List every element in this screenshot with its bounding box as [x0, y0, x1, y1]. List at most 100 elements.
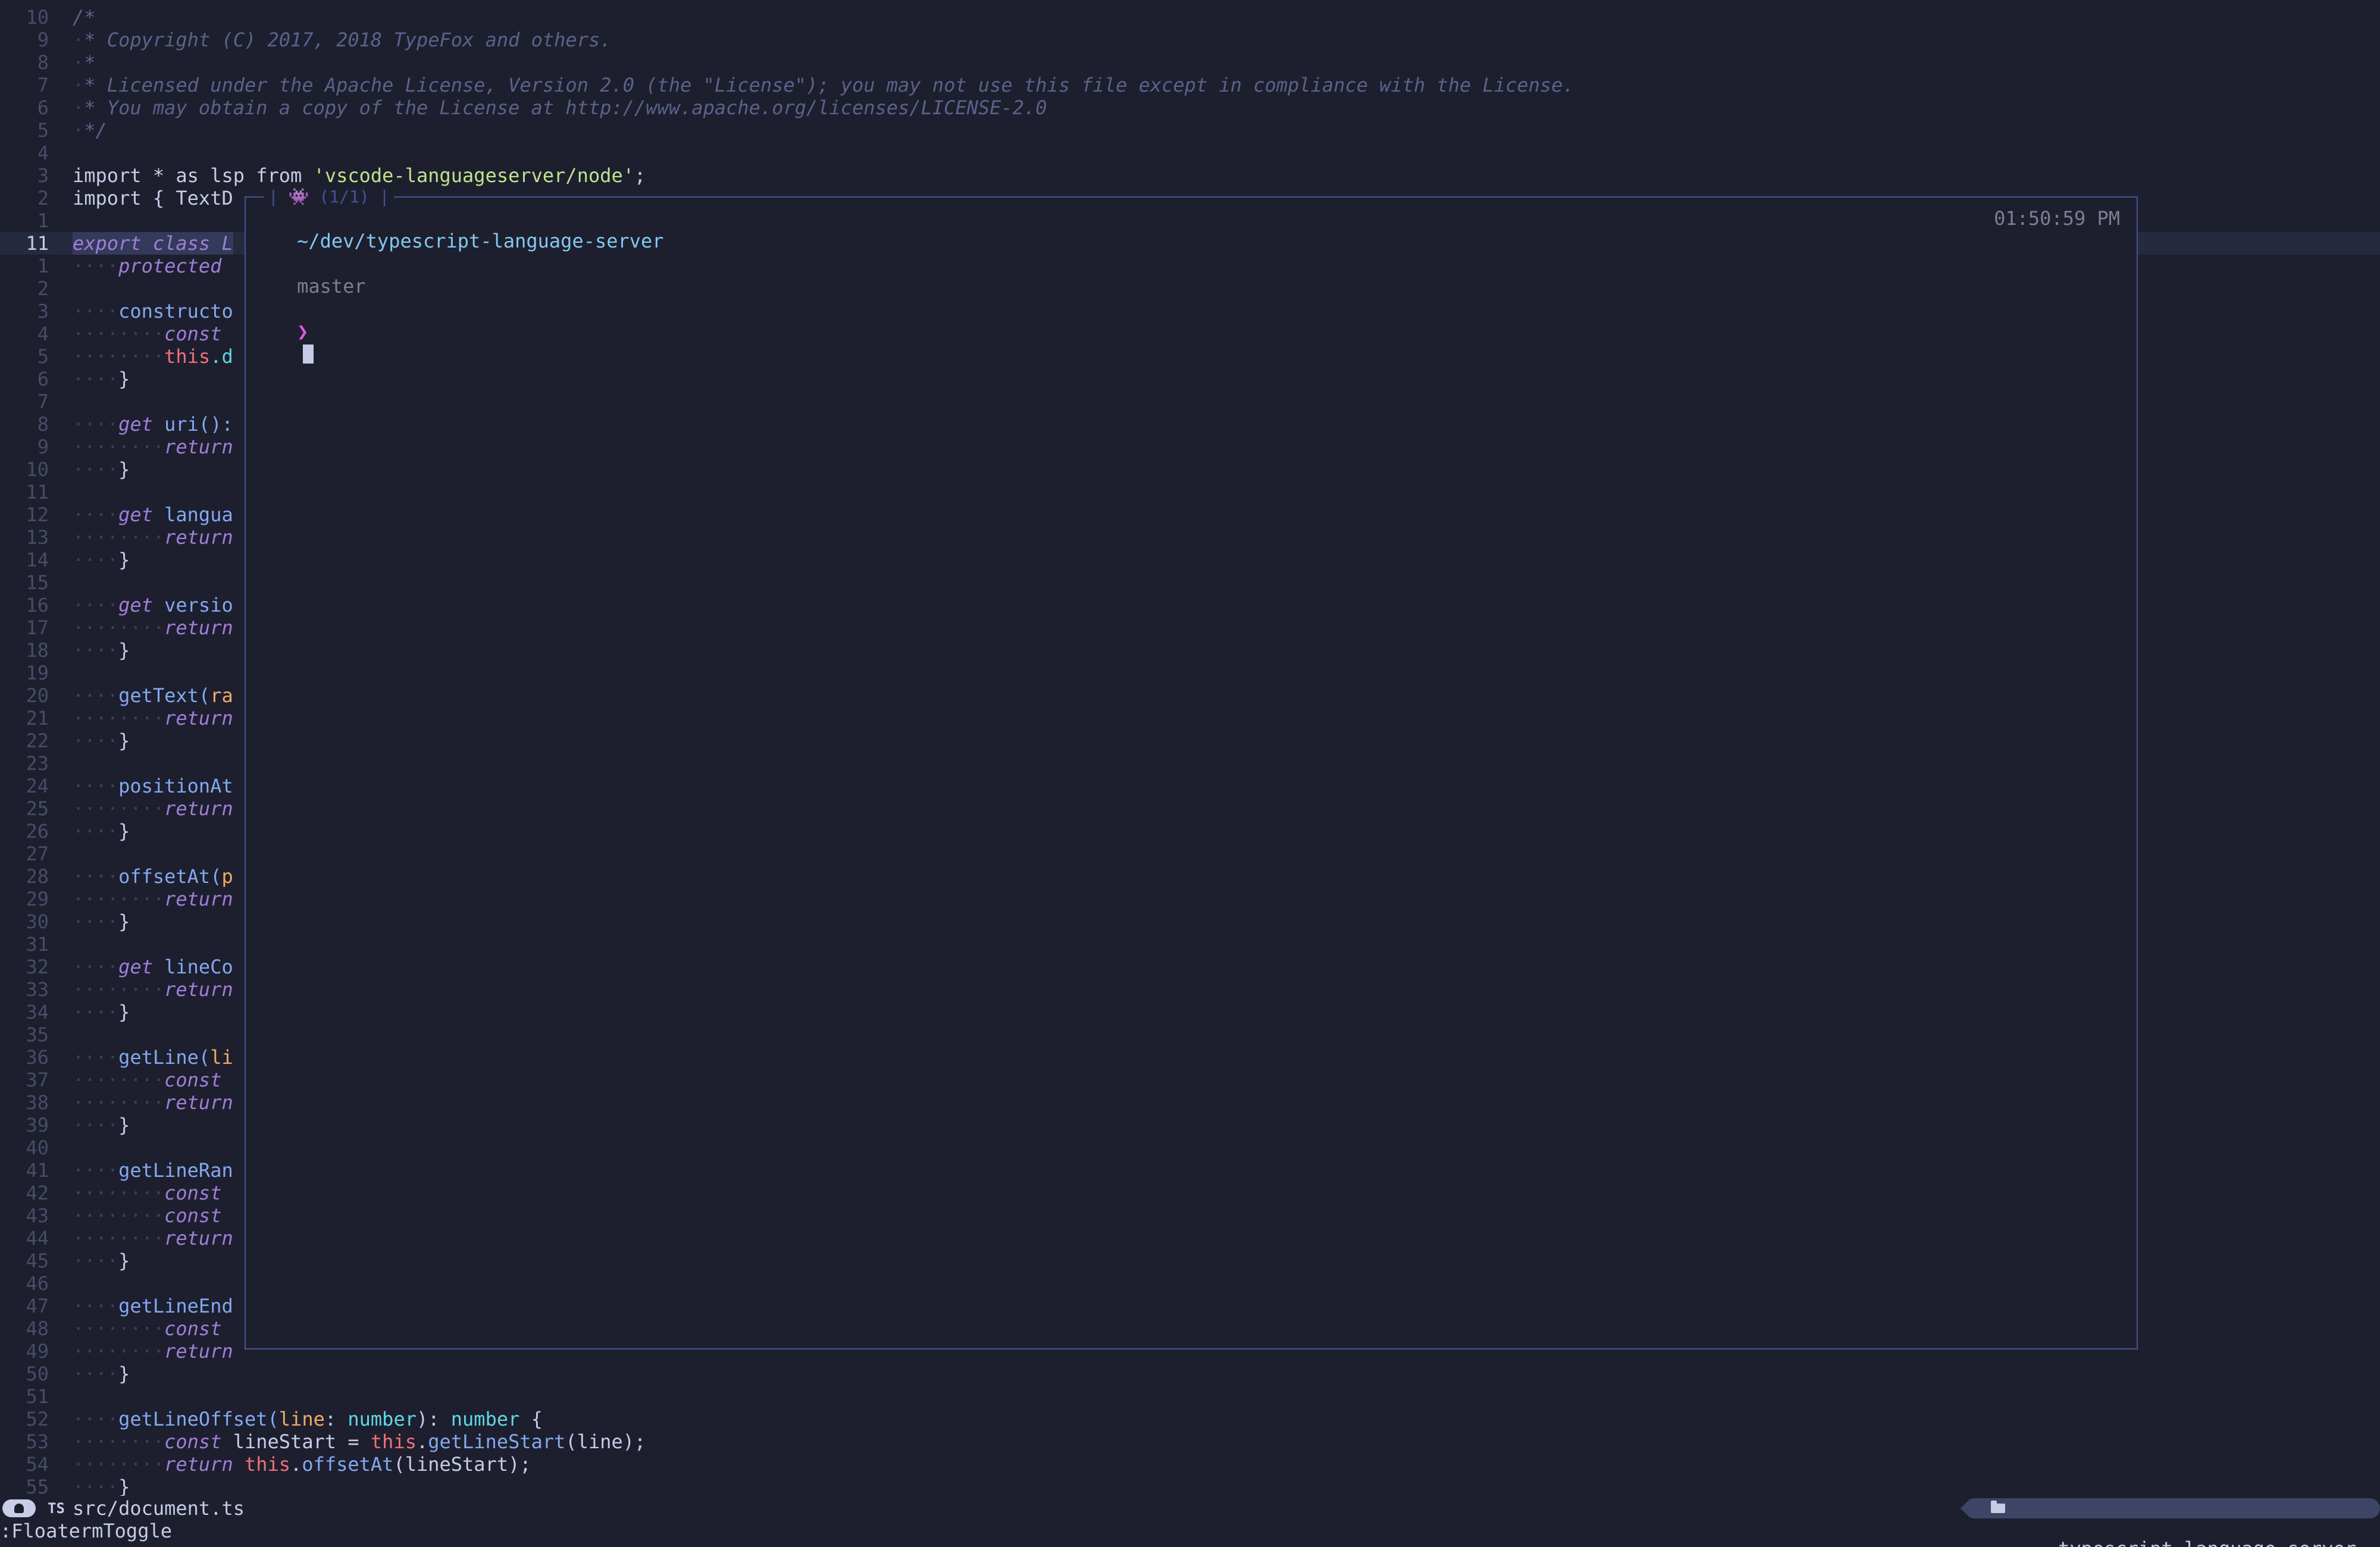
line-number: 29: [26, 888, 49, 910]
line-number: 3: [37, 164, 49, 187]
line-number: 16: [26, 594, 49, 616]
line-number: 40: [26, 1136, 49, 1159]
line-code: ·* Copyright (C) 2017, 2018 TypeFox and …: [73, 29, 611, 51]
terminal-prompt[interactable]: ~/dev/typescript-language-server master …: [251, 207, 664, 364]
code-token: ····: [73, 1250, 119, 1272]
code-token: getLineEnd: [118, 1295, 233, 1317]
line-code: ····get versio: [73, 594, 233, 616]
code-line[interactable]: 8 ·*: [0, 51, 2380, 74]
code-token: const: [164, 1317, 222, 1340]
line-number: 2: [37, 187, 49, 209]
code-token: getLineRan: [118, 1159, 233, 1182]
code-token: ········: [73, 978, 165, 1001]
code-line[interactable]: 54 ········return this.offsetAt(lineStart…: [0, 1453, 2380, 1476]
line-number: 8: [37, 413, 49, 436]
command-line[interactable]: :FloatermToggle: [0, 1520, 172, 1542]
code-token: *: [84, 51, 96, 74]
prompt-branch: master: [297, 275, 366, 298]
line-number: 4: [37, 142, 49, 164]
line-code: ········const: [73, 1204, 221, 1227]
code-token: ·: [73, 29, 84, 51]
code-line[interactable]: 4: [0, 142, 2380, 164]
line-code: /*: [73, 6, 96, 29]
code-token: ········: [73, 526, 165, 549]
code-token: this: [244, 1453, 291, 1476]
code-line[interactable]: 3 import * as lsp from 'vscode-languagese…: [0, 164, 2380, 187]
code-token: getText(: [118, 684, 211, 707]
line-code: ·* Licensed under the Apache License, Ve…: [73, 74, 1574, 96]
line-code: ····getLineRan: [73, 1159, 233, 1182]
code-token: ········: [73, 888, 165, 910]
code-token: number: [450, 1408, 520, 1430]
line-number: 55: [26, 1476, 49, 1498]
code-token: ····: [73, 775, 119, 797]
code-token: ········: [73, 1317, 165, 1340]
floating-terminal[interactable]: | 👾 (1/1) | ~/dev/typescript-language-se…: [245, 186, 2138, 1349]
line-code: ········const: [73, 1069, 221, 1091]
code-token: }: [118, 549, 130, 571]
code-token: ········: [73, 1453, 165, 1476]
code-token: return: [164, 616, 233, 639]
code-token: get: [118, 503, 153, 526]
code-token: return: [164, 978, 233, 1001]
code-token: ····: [73, 594, 119, 616]
line-code: ········return: [73, 797, 233, 820]
code-token: * Licensed under the Apache License, Ver…: [84, 74, 1574, 96]
line-number: 41: [26, 1159, 49, 1182]
line-number: 28: [26, 865, 49, 888]
line-code: ····}: [73, 1363, 130, 1385]
line-number: 14: [26, 549, 49, 571]
code-token: ····: [73, 368, 119, 390]
code-token: ········: [73, 707, 165, 729]
code-line[interactable]: 50 ····}: [0, 1363, 2380, 1385]
code-token: ····: [73, 549, 119, 571]
line-number: 24: [26, 775, 49, 797]
code-token: export class L: [73, 232, 233, 255]
mode-ghost-icon: [2, 1499, 36, 1517]
code-token: ····: [73, 1046, 119, 1069]
line-number: 38: [26, 1091, 49, 1114]
code-token: lineStart =: [221, 1430, 371, 1453]
code-line[interactable]: 51: [0, 1385, 2380, 1408]
code-token: ········: [73, 436, 165, 458]
line-number: 46: [26, 1272, 49, 1295]
code-token: ····: [73, 503, 119, 526]
code-token: ········: [73, 1204, 165, 1227]
line-number: 20: [26, 684, 49, 707]
code-token: return: [164, 1453, 233, 1476]
project-indicator: typescript-language-server: [1961, 1498, 2380, 1547]
line-number: 51: [26, 1385, 49, 1408]
code-line[interactable]: 53 ········const lineStart = this.getLine…: [0, 1430, 2380, 1453]
code-line[interactable]: 5 ·*/: [0, 119, 2380, 142]
code-token: const: [164, 322, 222, 345]
code-line[interactable]: 7 ·* Licensed under the Apache License, V…: [0, 74, 2380, 96]
line-code: export class L: [73, 232, 233, 255]
code-token: ····: [73, 820, 119, 843]
code-line[interactable]: 6 ·* You may obtain a copy of the License…: [0, 96, 2380, 119]
code-token: return: [164, 526, 233, 549]
code-token: getLineStart: [428, 1430, 566, 1453]
terminal-title: | 👾 (1/1) |: [264, 186, 394, 208]
code-token: */: [84, 119, 107, 142]
code-line[interactable]: 55 ····}: [0, 1476, 2380, 1498]
code-token: return: [164, 797, 233, 820]
code-token: constructo: [118, 300, 233, 322]
line-number: 6: [37, 96, 49, 119]
line-number: 43: [26, 1204, 49, 1227]
terminal-cursor: [303, 345, 314, 364]
code-token: {: [519, 1408, 543, 1430]
line-code: ····getLineOffset(line: number): number …: [73, 1408, 543, 1430]
line-number: 18: [26, 639, 49, 662]
code-token: get: [118, 594, 153, 616]
code-line[interactable]: 52 ····getLineOffset(line: number): numbe…: [0, 1408, 2380, 1430]
line-code: ········return: [73, 707, 233, 729]
line-number: 1: [37, 255, 49, 277]
line-number: 11: [26, 232, 49, 255]
code-line[interactable]: 10 /*: [0, 6, 2380, 29]
code-token: uri():: [152, 413, 233, 436]
code-line[interactable]: 9 ·* Copyright (C) 2017, 2018 TypeFox and…: [0, 29, 2380, 51]
line-code: ····getLineEnd: [73, 1295, 233, 1317]
line-number: 42: [26, 1182, 49, 1204]
line-number: 2: [37, 277, 49, 300]
